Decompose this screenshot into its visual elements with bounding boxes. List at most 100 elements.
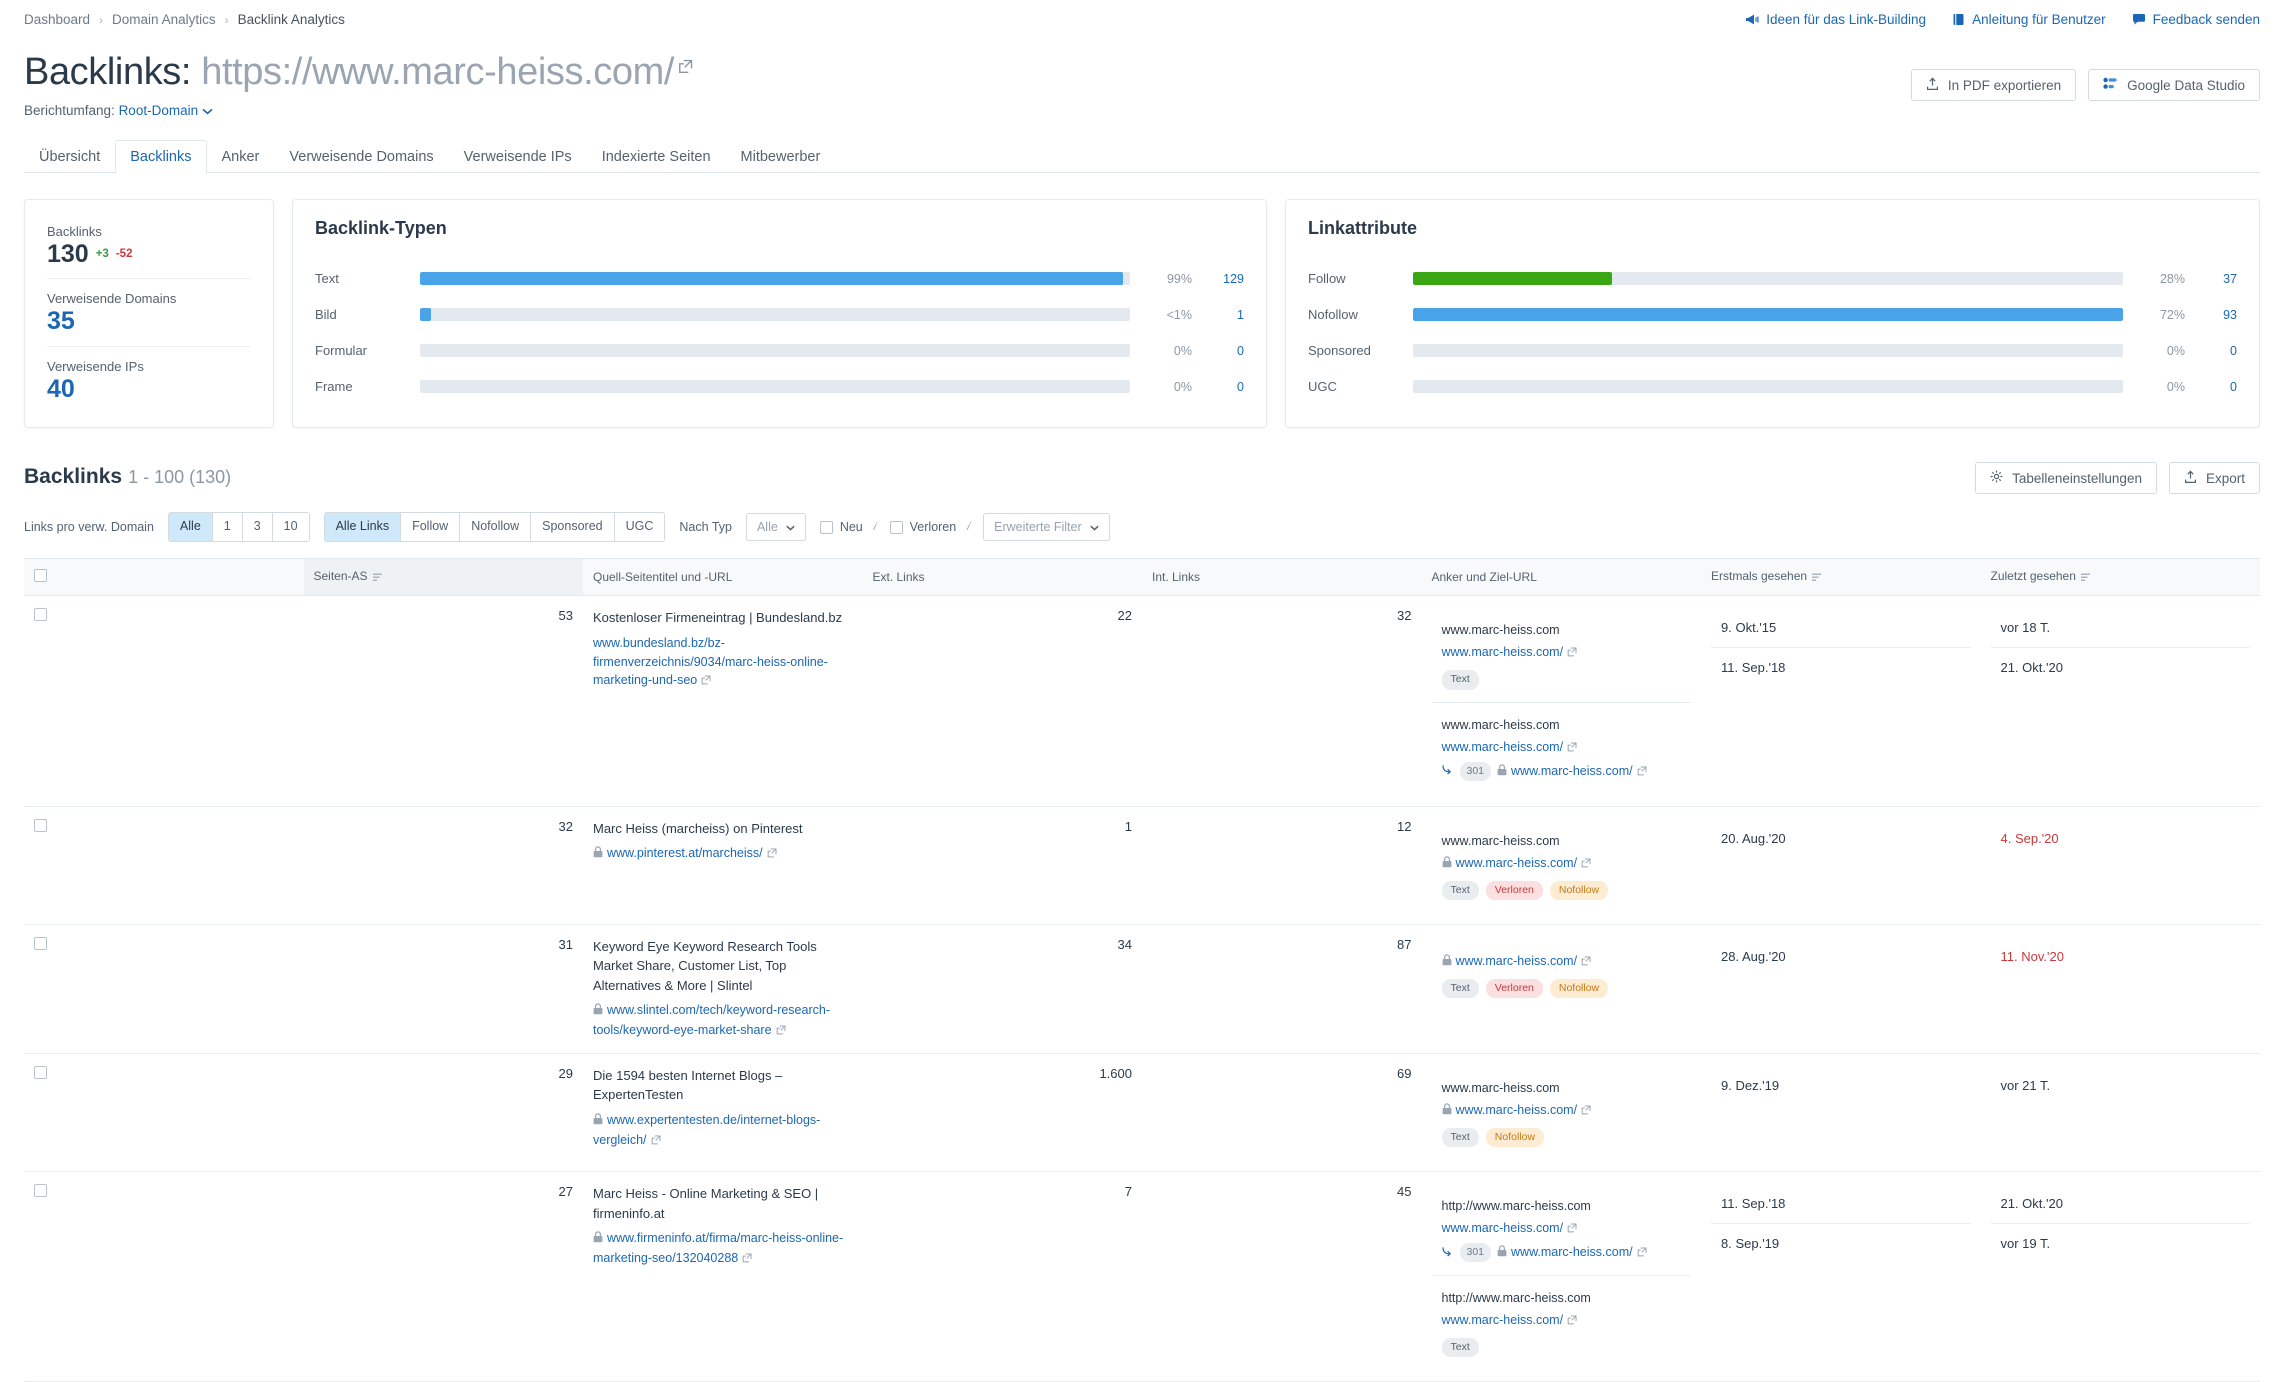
tag-lost[interactable]: Verloren bbox=[1485, 880, 1543, 900]
sort-icon[interactable] bbox=[372, 571, 383, 585]
target-url-link[interactable]: www.marc-heiss.com/ bbox=[1442, 737, 1682, 758]
external-link-icon[interactable] bbox=[776, 1022, 786, 1041]
target-url-link[interactable]: www.marc-heiss.com/ bbox=[1442, 1100, 1682, 1121]
google-data-studio-button[interactable]: Google Data Studio bbox=[2088, 69, 2260, 101]
external-link-icon[interactable] bbox=[678, 43, 693, 83]
link-type-option-alle-links[interactable]: Alle Links bbox=[324, 513, 402, 542]
target-url-link[interactable]: www.marc-heiss.com/ bbox=[1442, 853, 1682, 874]
external-link-icon[interactable] bbox=[651, 1132, 661, 1151]
table-row[interactable]: 32 Marc Heiss (marcheiss) on Pinterest www… bbox=[24, 806, 2260, 925]
by-type-select[interactable]: Alle bbox=[745, 513, 806, 542]
filter-lost-checkbox[interactable]: Verloren 𝑖 bbox=[889, 520, 969, 534]
tab-mitbewerber[interactable]: Mitbewerber bbox=[726, 140, 836, 173]
tag-lost[interactable]: Verloren bbox=[1485, 978, 1543, 999]
external-link-icon[interactable] bbox=[1581, 1101, 1591, 1121]
select-all-checkbox[interactable] bbox=[34, 569, 47, 583]
links-per-domain-option-3[interactable]: 3 bbox=[242, 513, 273, 542]
bar-value[interactable]: 0 bbox=[1192, 380, 1244, 394]
export-button[interactable]: Export bbox=[2168, 462, 2260, 495]
link-type-option-follow[interactable]: Follow bbox=[401, 513, 461, 542]
bar-value[interactable]: 37 bbox=[2185, 272, 2237, 286]
row-checkbox[interactable] bbox=[34, 936, 47, 950]
external-link-icon[interactable] bbox=[1567, 1219, 1577, 1239]
sort-icon[interactable] bbox=[1812, 571, 1822, 585]
tab-uebersicht[interactable]: Übersicht bbox=[24, 140, 115, 173]
info-icon[interactable]: 𝑖 bbox=[966, 521, 969, 534]
links-per-domain-option-10[interactable]: 10 bbox=[272, 513, 309, 542]
target-url-link[interactable]: www.marc-heiss.com/ bbox=[1442, 1218, 1682, 1239]
links-per-domain-option-1[interactable]: 1 bbox=[212, 513, 243, 542]
col-first-seen[interactable]: Erstmals gesehen bbox=[1701, 558, 1981, 597]
tag-nofollow[interactable]: Nofollow bbox=[1485, 1127, 1545, 1148]
table-row[interactable]: 53 Kostenloser Firmeneintrag | Bundesland… bbox=[24, 595, 2260, 807]
redirect-target-link[interactable]: www.marc-heiss.com/ bbox=[1497, 1242, 1647, 1263]
external-link-icon[interactable] bbox=[1637, 762, 1647, 782]
bar-value[interactable]: 1 bbox=[1192, 308, 1244, 322]
tab-indexierte-seiten[interactable]: Indexierte Seiten bbox=[587, 140, 726, 173]
bar-value[interactable]: 0 bbox=[2185, 344, 2237, 358]
tab-verweisende-ips[interactable]: Verweisende IPs bbox=[449, 140, 587, 173]
tag-nofollow[interactable]: Nofollow bbox=[1549, 880, 1609, 900]
table-settings-button[interactable]: Tabelleneinstellungen bbox=[1975, 462, 2157, 495]
lock-icon bbox=[1497, 762, 1507, 782]
table-row[interactable]: 27 Marc Heiss - Online Marketing & SEO | … bbox=[24, 1171, 2260, 1382]
link-type-option-sponsored[interactable]: Sponsored bbox=[531, 513, 615, 542]
link-building-ideas-link[interactable]: Ideen für das Link-Building bbox=[1745, 12, 1926, 27]
report-scope-value[interactable]: Root-Domain bbox=[119, 103, 199, 118]
tab-verweisende-domains[interactable]: Verweisende Domains bbox=[274, 140, 448, 173]
tag-text[interactable]: Text bbox=[1441, 978, 1479, 999]
source-url-link[interactable]: www.firmeninfo.at/firma/marc-heiss-onlin… bbox=[593, 1229, 853, 1269]
external-link-icon[interactable] bbox=[1581, 854, 1591, 874]
redirect-target-link[interactable]: www.marc-heiss.com/ bbox=[1497, 761, 1647, 782]
external-link-icon[interactable] bbox=[1567, 643, 1577, 663]
row-checkbox[interactable] bbox=[34, 1065, 47, 1079]
export-pdf-button[interactable]: In PDF exportieren bbox=[1910, 69, 2077, 101]
source-url-link[interactable]: www.pinterest.at/marcheiss/ bbox=[593, 844, 853, 864]
send-feedback-link[interactable]: Feedback senden bbox=[2132, 12, 2260, 27]
source-url-link[interactable]: www.slintel.com/tech/keyword-research-to… bbox=[593, 1001, 853, 1041]
breadcrumb-item-domain-analytics[interactable]: Domain Analytics bbox=[112, 12, 216, 27]
external-link-icon[interactable] bbox=[701, 672, 711, 691]
row-checkbox[interactable] bbox=[34, 1184, 47, 1198]
target-url-link[interactable]: www.marc-heiss.com/ bbox=[1442, 1310, 1682, 1331]
info-icon[interactable]: 𝑖 bbox=[873, 521, 876, 534]
col-page-as[interactable]: Seiten-AS bbox=[303, 558, 583, 597]
tag-text[interactable]: Text bbox=[1441, 1127, 1479, 1148]
external-link-icon[interactable] bbox=[1581, 952, 1591, 972]
table-row[interactable]: 31 Keyword Eye Keyword Research Tools Mar… bbox=[24, 924, 2260, 1054]
row-checkbox[interactable] bbox=[34, 608, 47, 622]
tab-backlinks[interactable]: Backlinks bbox=[115, 139, 207, 173]
external-link-icon[interactable] bbox=[767, 845, 777, 864]
source-url-link[interactable]: www.bundesland.bz/bz-firmenverzeichnis/9… bbox=[593, 634, 853, 691]
external-link-icon[interactable] bbox=[1567, 738, 1577, 758]
bar-value[interactable]: 0 bbox=[2185, 380, 2237, 394]
bar-value[interactable]: 129 bbox=[1192, 272, 1244, 286]
filter-new-checkbox[interactable]: Neu 𝑖 bbox=[819, 520, 876, 534]
bar-value[interactable]: 93 bbox=[2185, 308, 2237, 322]
bar-value[interactable]: 0 bbox=[1192, 344, 1244, 358]
advanced-filters-select[interactable]: Erweiterte Filter bbox=[983, 513, 1110, 542]
sort-icon[interactable] bbox=[2080, 571, 2091, 585]
col-last-seen[interactable]: Zuletzt gesehen bbox=[1980, 558, 2260, 597]
links-per-domain-option-alle[interactable]: Alle bbox=[168, 513, 213, 542]
checkbox-icon[interactable] bbox=[819, 520, 833, 534]
breadcrumb-item-dashboard[interactable]: Dashboard bbox=[24, 12, 90, 27]
external-link-icon[interactable] bbox=[1637, 1243, 1647, 1263]
target-url-link[interactable]: www.marc-heiss.com/ bbox=[1442, 642, 1682, 663]
row-checkbox[interactable] bbox=[34, 818, 47, 832]
link-type-option-ugc[interactable]: UGC bbox=[614, 513, 665, 542]
tag-nofollow[interactable]: Nofollow bbox=[1549, 978, 1609, 999]
tag-text[interactable]: Text bbox=[1441, 1338, 1479, 1358]
link-type-option-nofollow[interactable]: Nofollow bbox=[460, 513, 532, 542]
external-link-icon[interactable] bbox=[742, 1250, 752, 1269]
external-link-icon[interactable] bbox=[1567, 1311, 1577, 1331]
checkbox-icon[interactable] bbox=[889, 520, 903, 534]
source-url-link[interactable]: www.expertentesten.de/internet-blogs-ver… bbox=[593, 1111, 853, 1151]
chevron-down-icon[interactable] bbox=[202, 103, 213, 118]
tab-anker[interactable]: Anker bbox=[207, 140, 275, 173]
tag-text[interactable]: Text bbox=[1441, 880, 1479, 900]
target-url-link[interactable]: www.marc-heiss.com/ bbox=[1442, 951, 1682, 972]
table-row[interactable]: 29 Die 1594 besten Internet Blogs – Exper… bbox=[24, 1053, 2260, 1173]
user-guide-link[interactable]: Anleitung für Benutzer bbox=[1952, 12, 2106, 27]
tag-text[interactable]: Text bbox=[1441, 670, 1479, 690]
